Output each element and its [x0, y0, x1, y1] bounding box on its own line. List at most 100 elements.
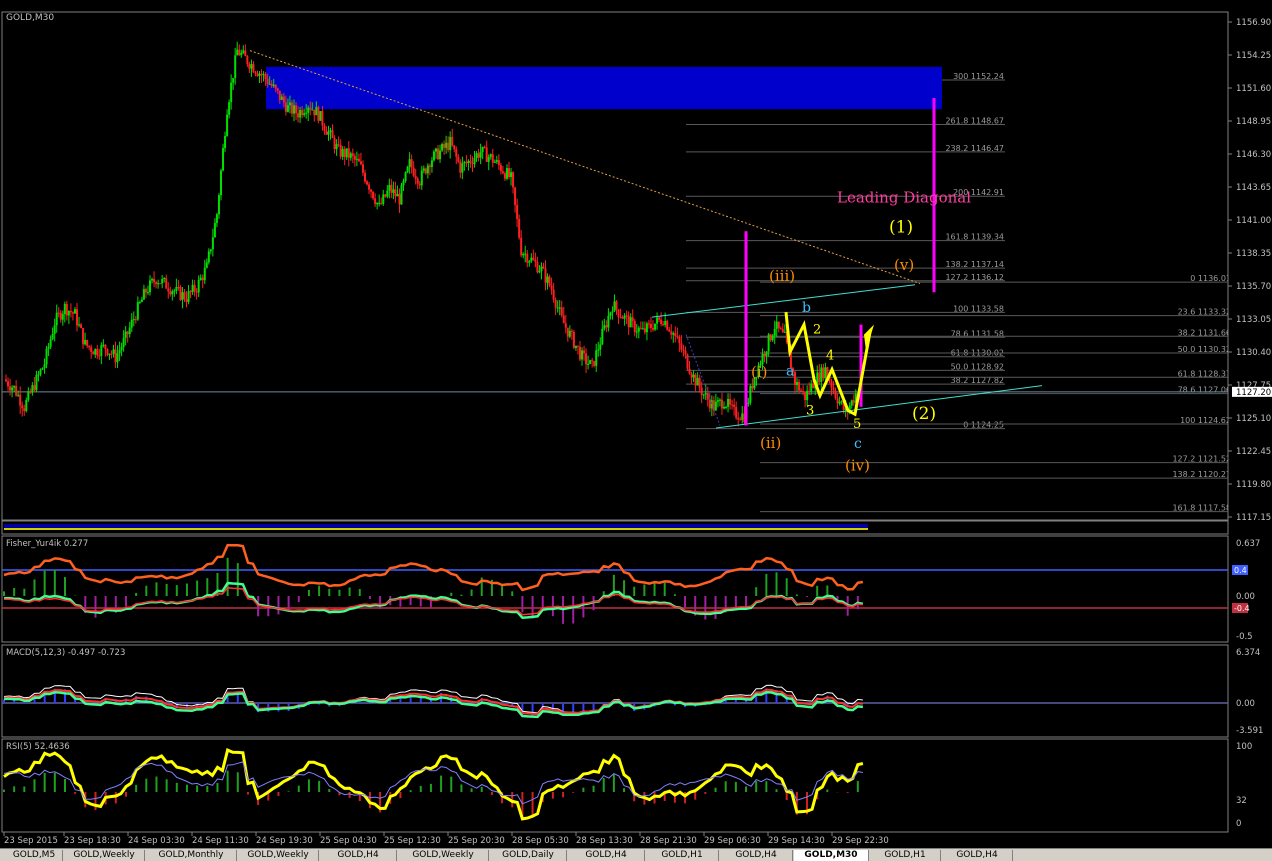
- candle-body: [463, 162, 466, 164]
- wave-2-sub-label: 2: [813, 322, 821, 337]
- candle-body: [197, 279, 200, 293]
- candle-body: [402, 180, 405, 186]
- candle-body: [771, 335, 774, 341]
- candle-body: [449, 136, 452, 151]
- chart-tab[interactable]: GOLD,M5: [6, 850, 63, 861]
- wave-iii-label: (iii): [769, 267, 795, 285]
- candle-body: [439, 150, 442, 160]
- candle-body: [566, 327, 569, 337]
- candle-body: [157, 283, 160, 285]
- candle-body: [43, 364, 46, 369]
- candle-body: [136, 302, 139, 320]
- candle-body: [779, 328, 782, 330]
- candle-body: [290, 102, 293, 114]
- chart-tab[interactable]: GOLD,H4: [320, 850, 397, 861]
- time-axis-label: 28 Sep 21:30: [640, 836, 697, 846]
- time-axis-label: 24 Sep 11:30: [192, 836, 249, 846]
- candle-body: [629, 317, 632, 328]
- candle-body: [122, 338, 125, 347]
- candle-body: [240, 52, 243, 56]
- candle-body: [9, 386, 12, 391]
- chart-tab[interactable]: GOLD,Weekly: [64, 850, 145, 861]
- candle-body: [15, 385, 18, 396]
- candle-body: [307, 107, 310, 113]
- chart-tab[interactable]: GOLD,Weekly: [238, 850, 319, 861]
- candle-body: [422, 168, 425, 171]
- candle-body: [408, 159, 411, 167]
- candle-body: [94, 349, 97, 355]
- fisher-title: Fisher_Yur4ik 0.277: [6, 539, 88, 549]
- candle-body: [686, 354, 689, 369]
- chart-tab[interactable]: GOLD,M30: [794, 850, 869, 861]
- fisher-panel[interactable]: [1, 535, 1229, 643]
- candle-body: [836, 398, 839, 404]
- candle-body: [775, 321, 778, 329]
- macd-panel[interactable]: [1, 644, 1229, 738]
- candle-body: [765, 351, 768, 357]
- candle-body: [524, 253, 527, 255]
- candle-body: [215, 214, 218, 223]
- candle-body: [327, 131, 330, 135]
- candle-body: [735, 407, 738, 418]
- candle-body: [368, 184, 371, 190]
- candle-body: [696, 377, 699, 386]
- candle-body: [394, 189, 397, 197]
- candle-body: [120, 346, 123, 351]
- candle-body: [333, 138, 336, 150]
- candle-body: [461, 163, 464, 173]
- candle-body: [749, 385, 752, 403]
- candle-body: [211, 237, 214, 250]
- candle-body: [102, 344, 105, 346]
- supply-zone-rect[interactable]: [266, 66, 942, 110]
- candle-body: [361, 164, 364, 173]
- candle-body: [641, 328, 644, 330]
- candle-body: [151, 278, 154, 281]
- candle-body: [512, 172, 515, 188]
- candle-body: [7, 381, 10, 387]
- chart-tab[interactable]: GOLD,H4: [568, 850, 645, 861]
- candle-body: [623, 315, 626, 319]
- candle-body: [822, 367, 825, 379]
- chart-tab[interactable]: GOLD,Monthly: [146, 850, 237, 861]
- price-axis-label: 1154.25: [1236, 51, 1271, 61]
- candle-body: [601, 328, 604, 345]
- candle-body: [485, 147, 488, 162]
- candle-body: [98, 355, 101, 357]
- candle-body: [114, 349, 117, 363]
- macd-title: MACD(5,12,3) -0.497 -0.723: [6, 648, 125, 658]
- candle-body: [293, 105, 296, 114]
- fib-right-level-label: 100 1124.62: [1180, 416, 1231, 425]
- chart-tab[interactable]: GOLD,H4: [942, 850, 1013, 861]
- candle-body: [181, 292, 184, 300]
- candle-body: [560, 307, 563, 316]
- wave-1-label: (1): [889, 217, 913, 237]
- candle-body: [692, 374, 695, 378]
- candle-body: [812, 383, 815, 389]
- candle-body: [19, 394, 22, 406]
- candle-body: [353, 155, 356, 160]
- candle-body: [611, 311, 614, 313]
- candle-body: [84, 339, 87, 345]
- candle-body: [254, 72, 257, 74]
- candle-body: [404, 172, 407, 181]
- candle-body: [700, 387, 703, 396]
- candle-body: [767, 334, 770, 352]
- chart-tab[interactable]: GOLD,H1: [646, 850, 719, 861]
- chart-tab[interactable]: GOLD,H4: [720, 850, 793, 861]
- candle-body: [599, 344, 602, 350]
- candle-body: [428, 165, 431, 168]
- candle-body: [366, 181, 369, 185]
- chart-tab[interactable]: GOLD,H1: [870, 850, 941, 861]
- candle-body: [501, 171, 504, 174]
- color-strip-blue: [4, 524, 868, 528]
- candle-body: [493, 161, 496, 163]
- candle-body: [217, 195, 220, 215]
- candle-body: [508, 168, 511, 177]
- price-axis-label: 1138.35: [1236, 249, 1271, 259]
- candle-body: [503, 173, 506, 179]
- chart-tab[interactable]: GOLD,Daily: [490, 850, 567, 861]
- chart-tab[interactable]: GOLD,Weekly: [398, 850, 489, 861]
- fib-right-level-label: 23.6 1133.32: [1178, 308, 1231, 317]
- rsi-panel[interactable]: [1, 738, 1229, 833]
- color-strip-yellow: [4, 528, 868, 530]
